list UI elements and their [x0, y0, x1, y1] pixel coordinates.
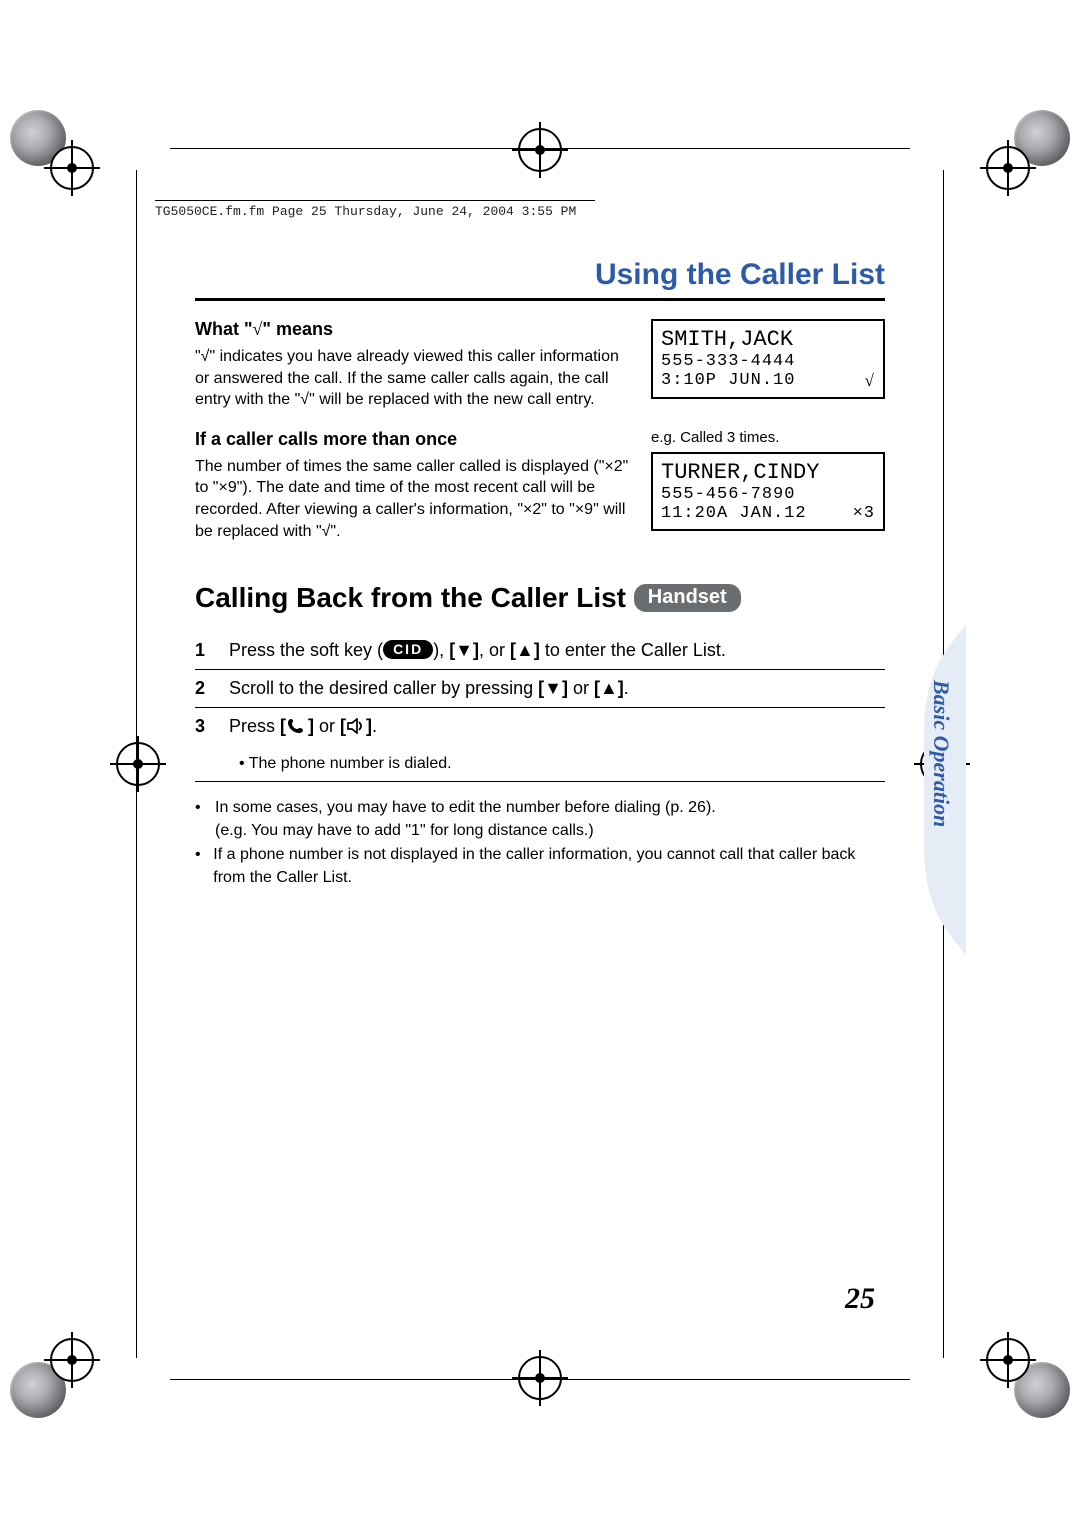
- lcd-sample-2: TURNER,CINDY 555-456-7890 11:20A JAN.12×…: [651, 452, 885, 531]
- page-title: Using the Caller List: [195, 258, 885, 292]
- crop-mark-bottom: [518, 1356, 562, 1400]
- crop-mark-tl: [10, 110, 100, 200]
- page-content: Using the Caller List What "√" means "√"…: [195, 200, 885, 1328]
- crop-line: [170, 1379, 910, 1380]
- check-body: "√" indicates you have already viewed th…: [195, 346, 629, 411]
- crop-mark-bl: [10, 1328, 100, 1418]
- step-3: 3 Press [] or []. • The phone number is …: [195, 707, 885, 782]
- page-number: 25: [845, 1282, 875, 1316]
- cid-softkey-icon: CID: [383, 640, 433, 659]
- speakerphone-icon: [346, 718, 366, 734]
- notes: • In some cases, you may have to edit th…: [195, 796, 885, 889]
- lcd1-number: 555-333-4444: [661, 352, 875, 371]
- crop-line: [136, 170, 137, 1358]
- crop-mark-br: [980, 1328, 1070, 1418]
- callback-heading: Calling Back from the Caller List Handse…: [195, 582, 885, 614]
- side-tab-label: Basic Operation: [928, 680, 954, 827]
- lcd1-name: SMITH,JACK: [661, 327, 875, 352]
- note-2: • If a phone number is not displayed in …: [195, 843, 885, 889]
- talk-icon: [286, 718, 308, 734]
- steps-list: 1 Press the soft key (CID), [▼], or [▲] …: [195, 632, 885, 782]
- check-heading: What "√" means: [195, 319, 629, 340]
- crop-line: [170, 148, 910, 149]
- lcd1-time: 3:10P JUN.10√: [661, 371, 875, 391]
- lcd2-eg: e.g. Called 3 times.: [651, 429, 885, 446]
- note-1: • In some cases, you may have to edit th…: [195, 796, 885, 842]
- step-1: 1 Press the soft key (CID), [▼], or [▲] …: [195, 632, 885, 669]
- multi-heading: If a caller calls more than once: [195, 429, 629, 450]
- crop-mark-left: [116, 742, 160, 786]
- handset-pill: Handset: [634, 584, 741, 612]
- step-3-sub: • The phone number is dialed.: [239, 755, 885, 773]
- lcd2-number: 555-456-7890: [661, 485, 875, 504]
- lcd-sample-1: SMITH,JACK 555-333-4444 3:10P JUN.10√: [651, 319, 885, 399]
- crop-mark-tr: [980, 110, 1070, 200]
- lcd2-time: 11:20A JAN.12×3: [661, 504, 875, 523]
- title-rule: [195, 298, 885, 301]
- crop-mark-top: [518, 128, 562, 172]
- lcd2-name: TURNER,CINDY: [661, 460, 875, 485]
- multi-body: The number of times the same caller call…: [195, 456, 629, 542]
- step-2: 2 Scroll to the desired caller by pressi…: [195, 669, 885, 707]
